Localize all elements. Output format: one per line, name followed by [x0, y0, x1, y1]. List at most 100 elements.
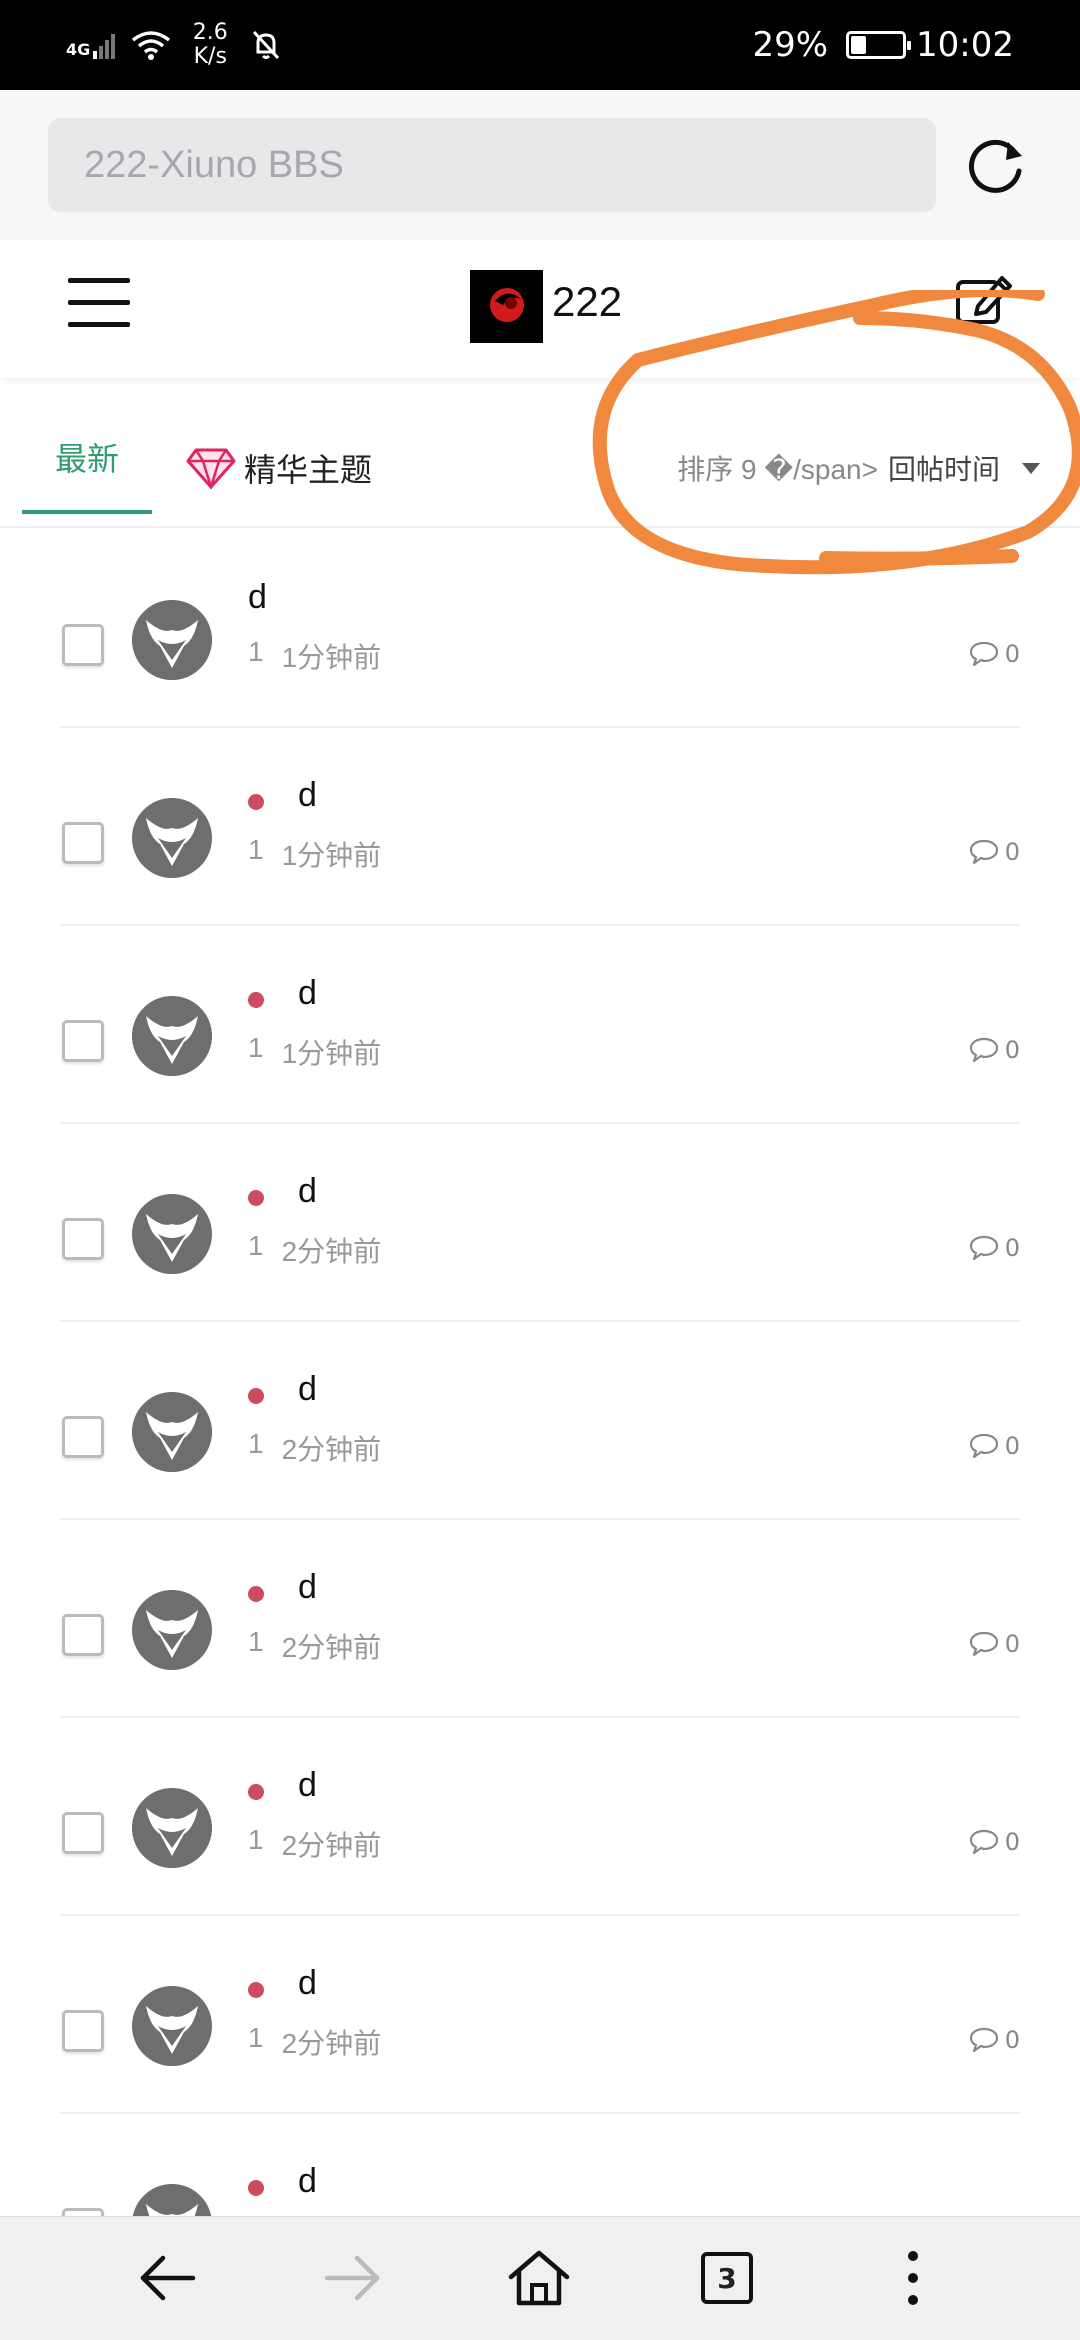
site-logo[interactable] [470, 270, 543, 343]
thread-checkbox[interactable] [62, 1416, 104, 1458]
reply-count: 0 [969, 1036, 1020, 1064]
new-indicator-dot [248, 1190, 264, 1206]
sort-label: 排序 9 �/span> [677, 454, 878, 485]
more-vertical-icon[interactable] [880, 2245, 946, 2311]
avatar[interactable] [132, 996, 212, 1076]
avatar[interactable] [132, 1788, 212, 1868]
thread-author[interactable]: 1 [248, 1230, 264, 1270]
wifi-icon [132, 31, 171, 60]
thread-row[interactable]: d 1 2分钟前 0 [60, 1520, 1020, 1718]
chevron-down-icon [1022, 462, 1040, 474]
reply-count-value: 0 [1004, 1828, 1020, 1856]
thread-title[interactable]: d [298, 1172, 317, 1211]
thread-author[interactable]: 1 [248, 1626, 264, 1666]
reply-count-value: 0 [1004, 838, 1020, 866]
thread-author[interactable]: 1 [248, 1428, 264, 1468]
thread-checkbox[interactable] [62, 1614, 104, 1656]
thread-title[interactable]: d [298, 1964, 317, 2003]
thread-meta: 1 1分钟前 [248, 834, 381, 874]
comment-icon [969, 1829, 998, 1855]
thread-title[interactable]: d [248, 578, 267, 617]
thread-author[interactable]: 1 [248, 2022, 264, 2062]
thread-meta: 1 2分钟前 [248, 2022, 381, 2062]
hamburger-menu-icon[interactable] [68, 278, 130, 330]
thread-meta: 1 2分钟前 [248, 1230, 381, 1270]
speed-unit: K/s [193, 44, 227, 69]
avatar[interactable] [132, 2184, 212, 2216]
thread-title[interactable]: d [298, 974, 317, 1013]
avatar[interactable] [132, 1194, 212, 1274]
thread-time: 2分钟前 [281, 1236, 382, 1267]
thread-title[interactable]: d [298, 1568, 317, 1607]
battery-icon [846, 31, 912, 59]
thread-time: 2分钟前 [281, 1434, 382, 1465]
browser-url-bar [0, 90, 1080, 240]
tab-digest-label: 精华主题 [244, 451, 373, 489]
home-icon[interactable] [506, 2245, 572, 2311]
new-indicator-dot [248, 992, 264, 1008]
sort-dropdown[interactable]: 排序 9 �/span> 回帖时间 [677, 440, 1040, 496]
avatar[interactable] [132, 1590, 212, 1670]
comment-icon [969, 1235, 998, 1261]
thread-author[interactable]: 1 [248, 636, 264, 676]
forward-arrow-icon[interactable] [320, 2245, 386, 2311]
thread-title[interactable]: d [298, 1766, 317, 1805]
tabs-button[interactable]: 3 [694, 2245, 760, 2311]
thread-row[interactable]: d 1 2分钟前 0 [60, 1322, 1020, 1520]
thread-checkbox[interactable] [62, 822, 104, 864]
avatar[interactable] [132, 1392, 212, 1472]
address-input[interactable] [48, 118, 936, 212]
tab-digest[interactable]: 精华主题 [186, 440, 372, 496]
thread-row[interactable]: d 1 2分钟前 0 [60, 1124, 1020, 1322]
comment-icon [969, 839, 998, 865]
thread-checkbox[interactable] [62, 1020, 104, 1062]
back-arrow-icon[interactable] [134, 2245, 200, 2311]
thread-checkbox[interactable] [62, 2208, 104, 2216]
avatar[interactable] [132, 798, 212, 878]
thread-row[interactable]: d 1 1分钟前 0 [60, 926, 1020, 1124]
network-speed: 2.6 K/s [185, 21, 235, 69]
reply-count-value: 0 [1004, 1432, 1020, 1460]
thread-author[interactable]: 1 [248, 834, 264, 874]
mute-bell-icon [253, 30, 280, 60]
network-type: 4G [66, 40, 91, 59]
thread-checkbox[interactable] [62, 624, 104, 666]
avatar[interactable] [132, 600, 212, 680]
clock: 10:02 [916, 25, 1014, 65]
thread-meta: 1 1分钟前 [248, 1032, 381, 1072]
thread-author[interactable]: 1 [248, 1032, 264, 1072]
reply-count: 0 [969, 1432, 1020, 1460]
reply-count: 0 [969, 2026, 1020, 2054]
thread-meta: 1 2分钟前 [248, 1824, 381, 1864]
thread-title[interactable]: d [298, 1370, 317, 1409]
thread-row[interactable]: d 1 1分钟前 0 [60, 530, 1020, 728]
thread-title[interactable]: d [298, 2162, 317, 2201]
site-name[interactable]: 222 [552, 278, 622, 326]
compose-icon[interactable] [954, 270, 1014, 330]
thread-checkbox[interactable] [62, 1812, 104, 1854]
thread-row[interactable]: d 1 2分钟前 0 [60, 1916, 1020, 2114]
thread-title[interactable]: d [298, 776, 317, 815]
reload-icon[interactable] [960, 130, 1030, 200]
thread-time: 1分钟前 [281, 1038, 382, 1069]
thread-author[interactable]: 1 [248, 1824, 264, 1864]
comment-icon [969, 1037, 998, 1063]
avatar[interactable] [132, 1986, 212, 2066]
reply-count-value: 0 [1004, 640, 1020, 668]
diamond-icon [186, 448, 236, 489]
thread-list: d 1 1分钟前 0 d 1 1分钟前 0 d 1 1分钟前 0 d 1 2分钟前 0 d 1 2分钟前 0 d 1 2分钟… [0, 530, 1080, 2216]
thread-meta: 1 2分钟前 [248, 1428, 381, 1468]
new-indicator-dot [248, 794, 264, 810]
thread-row[interactable]: d [60, 2114, 1020, 2216]
battery-percent: 29% [752, 25, 829, 65]
thread-time: 2分钟前 [281, 1830, 382, 1861]
cellular-signal-icon: 4G [66, 31, 117, 59]
tab-latest[interactable]: 最新 [22, 404, 152, 514]
thread-checkbox[interactable] [62, 1218, 104, 1260]
status-bar: 4G 2.6 K/s 29% 10:02 [0, 0, 1080, 90]
thread-row[interactable]: d 1 2分钟前 0 [60, 1718, 1020, 1916]
thread-row[interactable]: d 1 1分钟前 0 [60, 728, 1020, 926]
new-indicator-dot [248, 1982, 264, 1998]
thread-checkbox[interactable] [62, 2010, 104, 2052]
site-header: 222 [0, 240, 1080, 378]
